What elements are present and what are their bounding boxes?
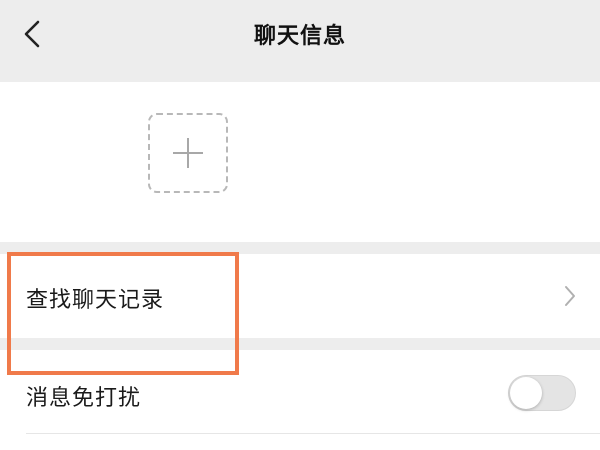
page-title: 聊天信息 <box>253 24 346 49</box>
member-section <box>0 82 600 242</box>
plus-icon <box>173 138 203 168</box>
mute-notifications-row: 消息免打扰 <box>0 350 600 450</box>
search-chat-history-label: 查找聊天记录 <box>26 288 165 313</box>
mute-toggle[interactable] <box>508 375 576 411</box>
row-divider <box>26 433 600 434</box>
add-member-button[interactable] <box>148 113 228 193</box>
nav-bar: 聊天信息 <box>0 0 600 82</box>
mute-notifications-label: 消息免打扰 <box>26 386 142 411</box>
search-chat-history-row[interactable]: 查找聊天记录 <box>0 254 600 338</box>
chevron-right-icon <box>565 286 575 306</box>
toggle-knob <box>510 377 542 409</box>
